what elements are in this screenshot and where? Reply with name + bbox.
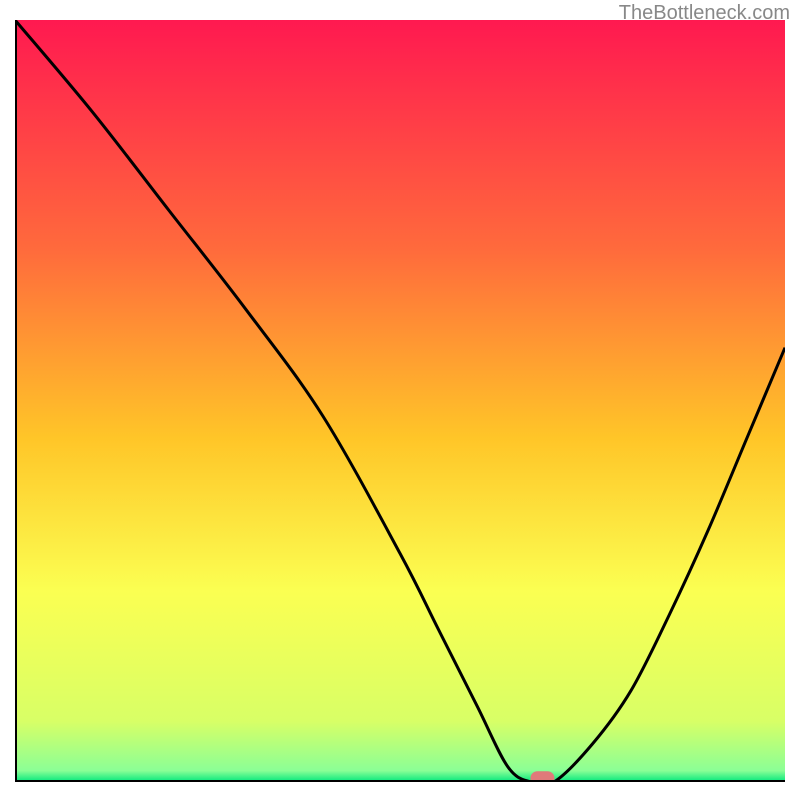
- plot-area: [15, 20, 785, 782]
- gradient-background: [15, 20, 785, 782]
- watermark-text: TheBottleneck.com: [619, 2, 790, 25]
- chart-svg: [15, 20, 785, 782]
- chart-container: TheBottleneck.com: [0, 0, 800, 800]
